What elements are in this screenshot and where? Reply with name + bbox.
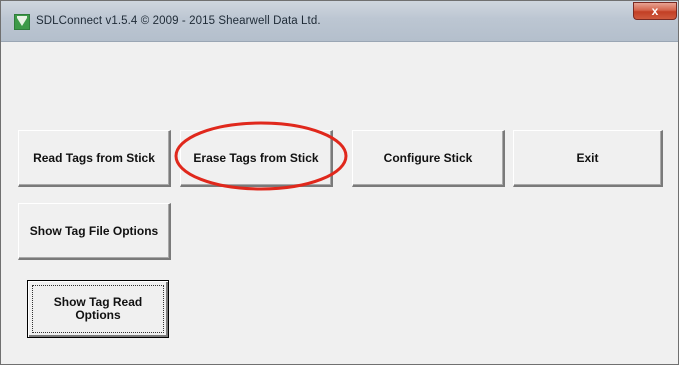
show-tag-file-options-button[interactable]: Show Tag File Options [18,203,171,260]
focus-indicator [32,285,164,333]
close-button[interactable]: x [633,2,677,20]
erase-tags-button[interactable]: Erase Tags from Stick [180,130,333,187]
show-tag-read-options-button[interactable]: Show Tag Read Options [27,280,169,338]
configure-stick-button[interactable]: Configure Stick [352,130,505,187]
sdl-app-icon [14,14,30,30]
close-icon: x [651,4,659,18]
window-title: SDLConnect v1.5.4 © 2009 - 2015 Shearwel… [36,15,321,27]
title-bar[interactable]: SDLConnect v1.5.4 © 2009 - 2015 Shearwel… [1,1,678,42]
read-tags-button[interactable]: Read Tags from Stick [18,130,171,187]
app-window: SDLConnect v1.5.4 © 2009 - 2015 Shearwel… [0,0,679,365]
exit-button[interactable]: Exit [513,130,663,187]
